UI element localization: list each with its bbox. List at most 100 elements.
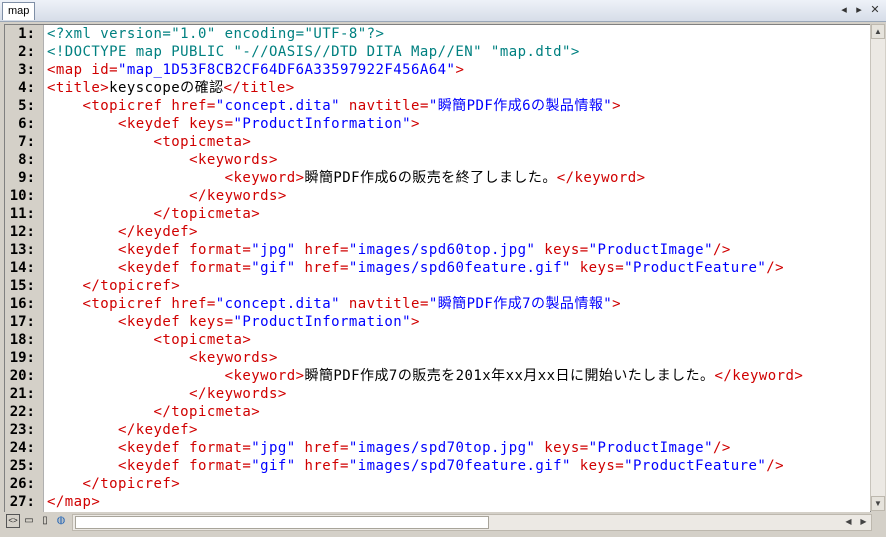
line-text: <keyword>瞬簡PDF作成7の販売を201x年xx月xx日に開始いたしまし… (47, 367, 803, 385)
vertical-scrollbar[interactable]: ▲ ▼ (870, 24, 885, 511)
code-token: <keywords> (189, 152, 278, 168)
line-text: <keywords> (47, 151, 278, 169)
code-line[interactable]: 8: <keywords> (5, 151, 870, 169)
code-token: </title> (223, 80, 295, 96)
code-line[interactable]: 1: <?xml version="1.0" encoding="UTF-8"?> (5, 25, 870, 43)
code-line[interactable]: 9: <keyword>瞬簡PDF作成6の販売を終了しました。</keyword… (5, 169, 870, 187)
code-line[interactable]: 16: <topicref href="concept.dita" navtit… (5, 295, 870, 313)
code-token: /> (712, 440, 731, 456)
code-token: </keyword> (556, 170, 646, 186)
code-token: <keydef (118, 440, 190, 456)
scroll-up-icon[interactable]: ▲ (871, 24, 885, 39)
tab-next-icon[interactable]: ▸ (852, 2, 866, 18)
code-token: /> (766, 260, 784, 276)
code-token: "images/spd60feature.gif" (348, 260, 571, 276)
code-token: keys= (570, 458, 625, 474)
code-token: </topicmeta> (153, 404, 261, 420)
code-token: </topicref> (82, 476, 181, 492)
code-line[interactable]: 18: <topicmeta> (5, 331, 870, 349)
code-line[interactable]: 19: <keywords> (5, 349, 870, 367)
code-token: <keywords> (189, 350, 278, 366)
scroll-right-icon[interactable]: ▶ (856, 515, 871, 528)
code-line[interactable]: 17: <keydef keys="ProductInformation"> (5, 313, 870, 331)
scroll-down-icon[interactable]: ▼ (871, 496, 885, 511)
line-number: 6: (18, 116, 35, 132)
code-line[interactable]: 12: </keydef> (5, 223, 870, 241)
code-line[interactable]: 22: </topicmeta> (5, 403, 870, 421)
code-line[interactable]: 25: <keydef format="gif" href="images/sp… (5, 457, 870, 475)
code-token: 瞬簡PDF作成7の販売を201x年xx月xx日に開始いたしました。 (304, 368, 715, 384)
code-line[interactable]: 7: <topicmeta> (5, 133, 870, 151)
code-token: </keywords> (189, 386, 287, 402)
code-area[interactable]: 1: <?xml version="1.0" encoding="UTF-8"?>… (5, 25, 870, 512)
code-line[interactable]: 5: <topicref href="concept.dita" navtitl… (5, 97, 870, 115)
code-token: "concept.dita" (215, 98, 341, 114)
line-number: 16: (9, 296, 35, 312)
code-token: /> (712, 242, 731, 258)
code-line[interactable]: 26: </topicref> (5, 475, 870, 493)
line-text: <?xml version="1.0" encoding="UTF-8"?> (47, 25, 384, 43)
code-token: <!DOCTYPE map PUBLIC "-//OASIS//DTD DITA… (47, 44, 580, 60)
code-line[interactable]: 13: <keydef format="jpg" href="images/sp… (5, 241, 870, 259)
horizontal-scroll-thumb[interactable] (75, 516, 489, 529)
tab-prev-icon[interactable]: ◂ (837, 2, 851, 18)
code-token: </topicmeta> (153, 206, 261, 222)
tag-view-icon[interactable]: <> (6, 514, 20, 528)
code-token: "images/spd60top.jpg" (348, 242, 536, 258)
line-number: 18: (9, 332, 35, 348)
code-token: "ProductImage" (588, 242, 713, 258)
line-text: <keydef format="jpg" href="images/spd60t… (47, 241, 731, 259)
editor-window: map ◂ ▸ ✕ 1: <?xml version="1.0" encoding… (0, 0, 886, 537)
code-token: "瞬簡PDF作成6の製品情報" (428, 98, 613, 114)
document-icon[interactable]: ▯ (38, 514, 52, 528)
code-line[interactable]: 21: </keywords> (5, 385, 870, 403)
code-line[interactable]: 4: <title>keyscopeの確認</title> (5, 79, 870, 97)
code-line[interactable]: 2: <!DOCTYPE map PUBLIC "-//OASIS//DTD DI… (5, 43, 870, 61)
code-token: "瞬簡PDF作成7の製品情報" (428, 296, 613, 312)
code-line[interactable]: 11: </topicmeta> (5, 205, 870, 223)
code-token: "ProductInformation" (233, 116, 412, 132)
tab-map[interactable]: map (2, 2, 36, 20)
code-editor[interactable]: 1: <?xml version="1.0" encoding="UTF-8"?>… (4, 24, 871, 513)
scroll-left-icon[interactable]: ◀ (841, 515, 856, 528)
line-text: </topicref> (47, 475, 180, 493)
code-line[interactable]: 10: </keywords> (5, 187, 870, 205)
code-line[interactable]: 3: <map id="map_1D53F8CB2CF64DF6A33597922… (5, 61, 870, 79)
code-line[interactable]: 23: </keydef> (5, 421, 870, 439)
line-number: 4: (18, 80, 35, 96)
line-text: <keydef format="gif" href="images/spd60f… (47, 259, 784, 277)
code-token: </keydef> (118, 422, 198, 438)
code-line[interactable]: 6: <keydef keys="ProductInformation"> (5, 115, 870, 133)
line-text: <!DOCTYPE map PUBLIC "-//OASIS//DTD DITA… (47, 43, 580, 61)
code-line[interactable]: 27: </map> (5, 493, 870, 511)
code-line[interactable]: 20: <keyword>瞬簡PDF作成7の販売を201x年xx月xx日に開始い… (5, 367, 870, 385)
code-token: href= (295, 458, 349, 474)
code-line[interactable]: 15: </topicref> (5, 277, 870, 295)
code-line[interactable]: 14: <keydef format="gif" href="images/sp… (5, 259, 870, 277)
outline-icon[interactable]: ▭ (22, 514, 36, 528)
line-number: 8: (18, 152, 35, 168)
horizontal-scrollbar[interactable]: ◀ ▶ (72, 514, 872, 531)
code-token: <topicmeta> (153, 332, 252, 348)
code-token: "jpg" (251, 440, 296, 456)
code-token: 瞬簡PDF作成6の販売を終了しました。 (304, 170, 557, 186)
code-token: "map_1D53F8CB2CF64DF6A33597922F456A64" (118, 62, 456, 78)
line-number: 1: (18, 26, 35, 42)
close-icon[interactable]: ✕ (868, 2, 882, 18)
code-line[interactable]: 24: <keydef format="jpg" href="images/sp… (5, 439, 870, 457)
code-token: "images/spd70feature.gif" (348, 458, 571, 474)
code-token: "ProductImage" (588, 440, 713, 456)
line-text: <keydef keys="ProductInformation"> (47, 115, 420, 133)
code-token: </keywords> (189, 188, 287, 204)
code-token: "ProductInformation" (233, 314, 412, 330)
line-number: 20: (9, 368, 35, 384)
globe-icon[interactable]: ◍ (54, 514, 68, 528)
code-token: format= (189, 242, 252, 258)
